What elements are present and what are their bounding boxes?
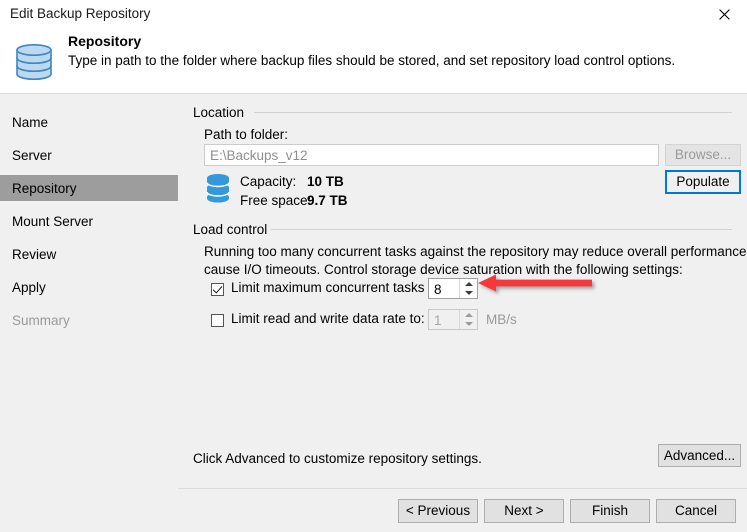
sidebar-item-label: Name — [12, 114, 49, 130]
sidebar-item-label: Apply — [12, 279, 46, 295]
sidebar-item-review[interactable]: Review — [0, 241, 178, 267]
sidebar-item-name[interactable]: Name — [0, 109, 178, 135]
limit-max-concurrent-tasks-value: 8 — [434, 282, 442, 297]
browse-button: Browse... — [665, 144, 741, 166]
free-space-label: Free space: — [240, 193, 312, 208]
stepper-down-button — [460, 320, 477, 330]
sidebar-item-summary: Summary — [0, 307, 178, 333]
limit-data-rate-label: Limit read and write data rate to: — [231, 311, 425, 326]
capacity-value: 10 TB — [307, 174, 344, 189]
sidebar-item-label: Mount Server — [12, 213, 94, 229]
stepper-up-button[interactable] — [460, 279, 477, 289]
path-to-folder-input[interactable] — [204, 144, 659, 166]
load-control-group-rule — [271, 229, 732, 230]
sidebar-item-repository[interactable]: Repository — [0, 175, 178, 201]
path-to-folder-label: Path to folder: — [204, 127, 289, 142]
sidebar-item-label: Review — [12, 246, 57, 262]
capacity-label: Capacity: — [240, 174, 297, 189]
next-button[interactable]: Next > — [484, 499, 564, 523]
advanced-hint-text: Click Advanced to customize repository s… — [193, 451, 482, 466]
stepper-buttons — [459, 310, 477, 329]
stepper-down-button[interactable] — [460, 289, 477, 299]
content-panel: Location Path to folder: Browse... — [178, 94, 747, 498]
limit-max-concurrent-tasks-stepper[interactable]: 8 — [428, 278, 478, 299]
location-group-rule — [254, 112, 732, 113]
footer-button-bar: < Previous Next > Finish Cancel — [0, 489, 747, 532]
title-bar: Edit Backup Repository — [0, 0, 747, 28]
stepper-buttons — [459, 279, 477, 298]
header-title: Repository — [68, 33, 142, 49]
limit-data-rate-stepper: 1 — [428, 309, 478, 330]
sidebar-item-mount-server[interactable]: Mount Server — [0, 208, 178, 234]
close-icon[interactable] — [701, 0, 747, 28]
repository-database-icon — [10, 36, 58, 84]
load-control-description-line1: Running too many concurrent tasks agains… — [204, 244, 747, 259]
cancel-button[interactable]: Cancel — [656, 499, 736, 523]
sidebar-item-label: Repository — [12, 180, 77, 196]
limit-max-concurrent-tasks-checkbox[interactable] — [211, 283, 224, 296]
advanced-button[interactable]: Advanced... — [658, 444, 741, 467]
load-control-description-line2: cause I/O timeouts. Control storage devi… — [204, 262, 683, 277]
dialog-header: Repository Type in path to the folder wh… — [0, 28, 747, 93]
sidebar-item-server[interactable]: Server — [0, 142, 178, 168]
sidebar-item-label: Summary — [12, 312, 70, 328]
finish-button[interactable]: Finish — [570, 499, 650, 523]
sidebar-item-apply[interactable]: Apply — [0, 274, 178, 300]
wizard-steps-sidebar: Name Server Repository Mount Server Revi… — [0, 94, 178, 498]
window-title: Edit Backup Repository — [10, 6, 151, 21]
data-rate-unit-label: MB/s — [486, 312, 517, 327]
previous-button[interactable]: < Previous — [398, 499, 478, 523]
location-group-label: Location — [193, 105, 251, 120]
limit-data-rate-value: 1 — [434, 313, 442, 328]
free-space-value: 9.7 TB — [307, 193, 348, 208]
load-control-group-label: Load control — [193, 222, 274, 237]
limit-data-rate-checkbox[interactable] — [211, 314, 224, 327]
header-subtitle: Type in path to the folder where backup … — [68, 53, 676, 68]
stepper-up-button — [460, 310, 477, 320]
database-icon — [204, 173, 232, 203]
limit-max-concurrent-tasks-label: Limit maximum concurrent tasks to: — [231, 280, 444, 295]
sidebar-item-label: Server — [12, 147, 52, 163]
populate-button[interactable]: Populate — [665, 170, 741, 194]
edit-backup-repository-dialog: Edit Backup Repository Repository Type i… — [0, 0, 747, 532]
